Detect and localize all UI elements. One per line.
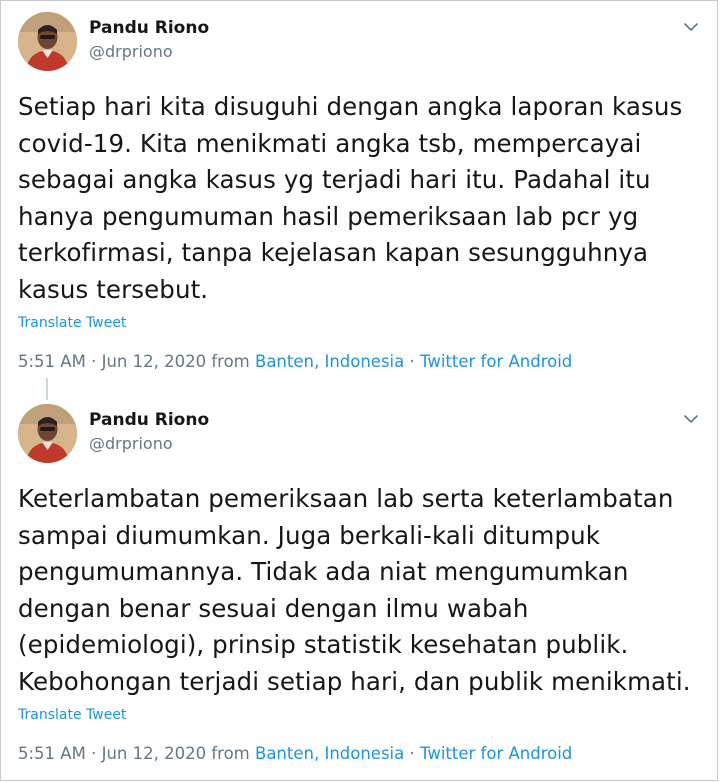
meta-separator: · [409, 352, 415, 371]
meta-separator: · [91, 744, 97, 763]
from-label: from [211, 744, 250, 763]
tweet-source-link[interactable]: Twitter for Android [420, 352, 572, 371]
tweet-text: Setiap hari kita disuguhi dengan angka l… [18, 92, 683, 304]
tweet-metadata: 5:51 AM · Jun 12, 2020 from Banten, Indo… [18, 743, 572, 765]
author-handle[interactable]: @drpriono [89, 41, 173, 63]
tweet-time[interactable]: 5:51 AM [18, 744, 86, 763]
avatar-photo-icon [18, 12, 77, 71]
tweet-metadata: 5:51 AM · Jun 12, 2020 from Banten, Indo… [18, 351, 572, 373]
tweet-date[interactable]: Jun 12, 2020 [102, 744, 207, 763]
avatar[interactable] [18, 404, 77, 463]
author-name[interactable]: Pandu Riono [89, 409, 209, 431]
from-label: from [211, 352, 250, 371]
chevron-down-icon[interactable] [682, 410, 700, 428]
tweet-time[interactable]: 5:51 AM [18, 352, 86, 371]
chevron-down-icon[interactable] [682, 18, 700, 36]
meta-separator: · [91, 352, 97, 371]
tweet-location-link[interactable]: Banten, Indonesia [255, 744, 404, 763]
avatar-photo-icon [18, 404, 77, 463]
translate-tweet-link[interactable]: Translate Tweet [18, 314, 126, 332]
author-name[interactable]: Pandu Riono [89, 17, 209, 39]
translate-tweet-link[interactable]: Translate Tweet [18, 706, 126, 724]
tweet[interactable]: Pandu Riono @drpriono Keterlambatan peme… [0, 392, 720, 783]
tweet-location-link[interactable]: Banten, Indonesia [255, 352, 404, 371]
tweet[interactable]: Pandu Riono @drpriono Setiap hari kita d… [0, 0, 720, 400]
meta-separator: · [409, 744, 415, 763]
avatar[interactable] [18, 12, 77, 71]
tweet-source-link[interactable]: Twitter for Android [420, 744, 572, 763]
tweet-text: Keterlambatan pemeriksaan lab serta kete… [18, 484, 691, 696]
tweet-date[interactable]: Jun 12, 2020 [102, 352, 207, 371]
author-handle[interactable]: @drpriono [89, 433, 173, 455]
